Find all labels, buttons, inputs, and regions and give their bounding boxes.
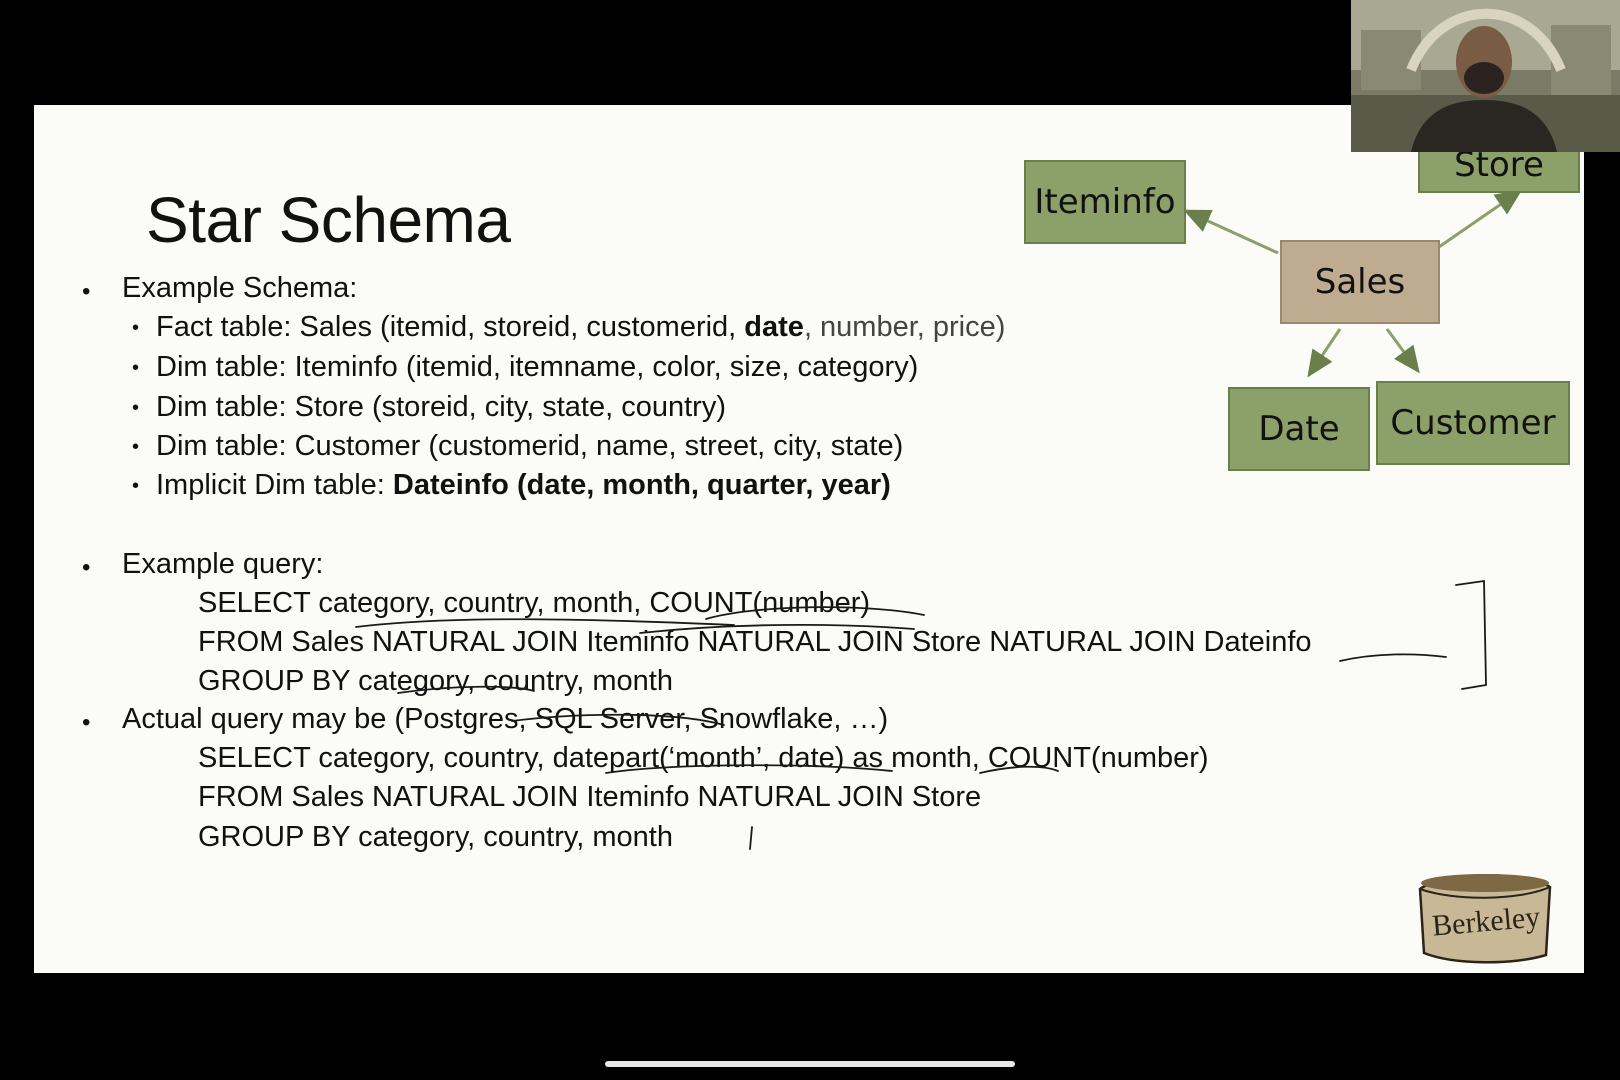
strike-postgres <box>511 713 725 726</box>
underline-dateinfo <box>1339 653 1447 662</box>
diagram-node-sales: Sales <box>1280 240 1440 324</box>
bracket-annotation <box>1455 579 1487 690</box>
diagram-arrows <box>355 189 1523 850</box>
strike-sales-iteminfo <box>355 618 735 628</box>
arrow-sales-store <box>1435 189 1523 251</box>
home-indicator[interactable] <box>605 1061 1015 1067</box>
underline-month <box>979 765 1059 774</box>
underline-number <box>705 606 925 620</box>
diagram-node-iteminfo: Iteminfo <box>1024 160 1186 244</box>
diagram-node-customer: Customer <box>1376 381 1570 465</box>
strike-iteminfo-natural <box>639 624 915 634</box>
cursor-mark <box>749 826 753 850</box>
underline-datepart <box>605 764 893 774</box>
strike-category <box>397 685 535 694</box>
diagram-node-date: Date <box>1228 387 1370 471</box>
webcam-feed <box>1351 0 1620 152</box>
slide: Star Schema • Example Schema: • Fact tab… <box>34 105 1584 973</box>
arrow-sales-date <box>1307 328 1342 378</box>
arrow-sales-customer <box>1385 328 1420 374</box>
arrow-sales-iteminfo <box>1183 209 1279 255</box>
presenter-video <box>1351 0 1620 152</box>
